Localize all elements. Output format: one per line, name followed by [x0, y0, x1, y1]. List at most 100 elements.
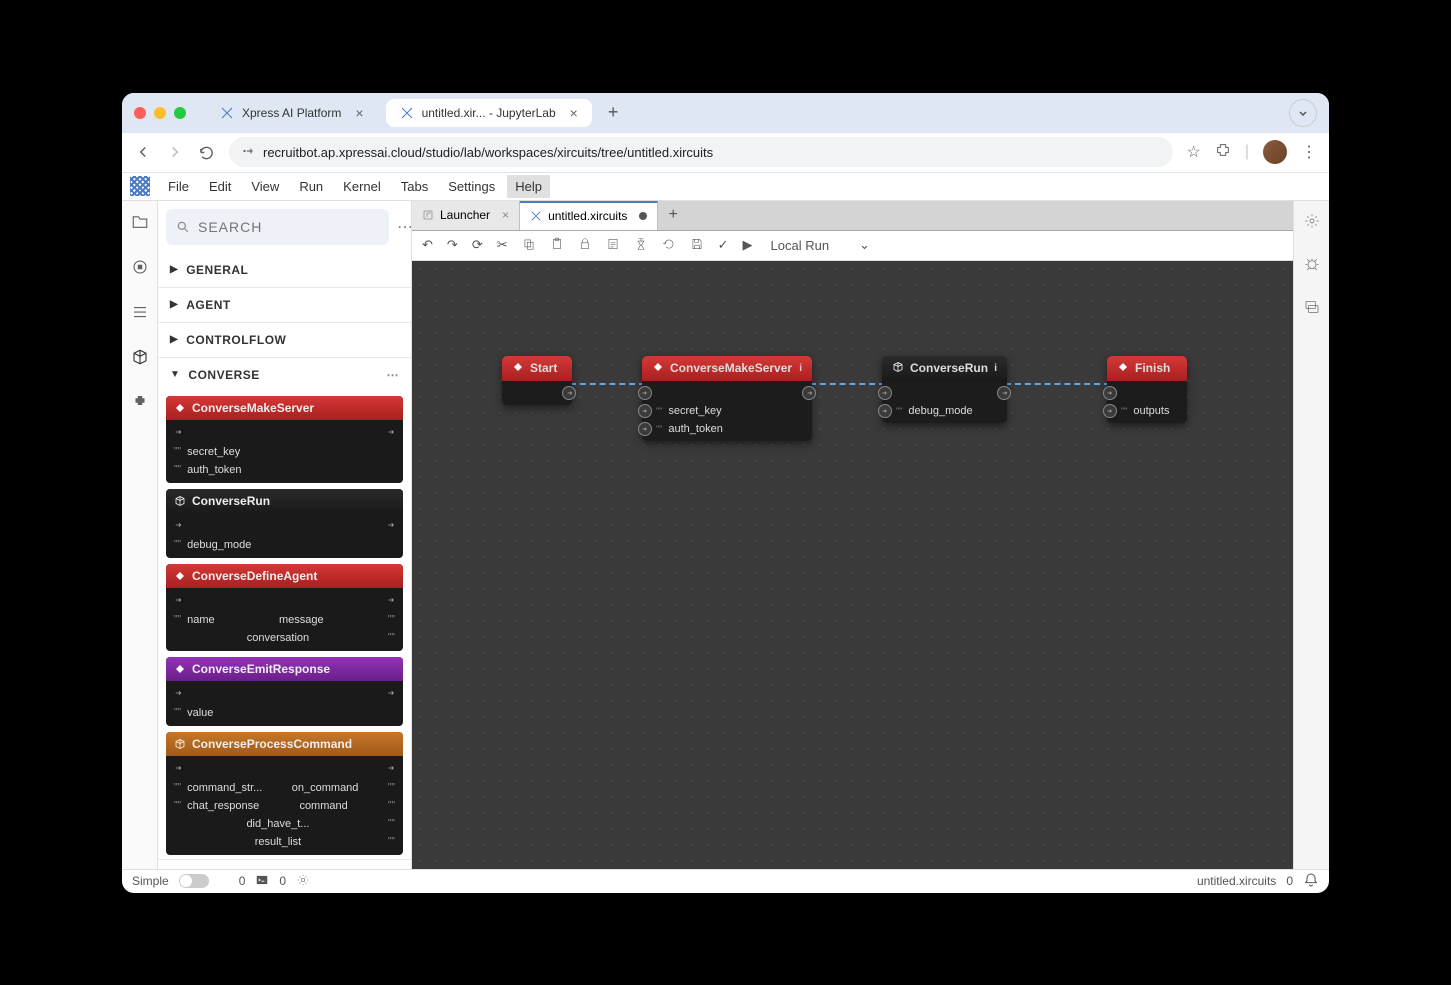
browser-overflow-button[interactable]: [1289, 99, 1317, 127]
canvas[interactable]: Start ConverseMakeServeri""secret_key""au…: [412, 261, 1293, 869]
property-panel-icon[interactable]: [1304, 213, 1320, 234]
flow-in-port[interactable]: [174, 520, 184, 533]
category-label: GENERAL: [186, 263, 248, 277]
maximize-window-button[interactable]: [174, 107, 186, 119]
output-port[interactable]: [562, 386, 576, 400]
refresh-icon[interactable]: ⟳: [472, 237, 483, 253]
minimize-window-button[interactable]: [154, 107, 166, 119]
extensions-panel-icon[interactable]: [131, 393, 149, 416]
flow-out-port[interactable]: [385, 688, 395, 701]
run-mode-select[interactable]: Local Run⌄: [771, 237, 870, 253]
flow-out-port[interactable]: [385, 595, 395, 608]
cut-icon[interactable]: ✂: [497, 237, 508, 253]
profile-avatar[interactable]: [1263, 140, 1287, 164]
menu-settings[interactable]: Settings: [440, 175, 503, 198]
back-button[interactable]: [134, 143, 152, 161]
browser-tab-1[interactable]: untitled.xir... - JupyterLab ×: [386, 99, 592, 127]
close-tab-icon[interactable]: ×: [570, 105, 578, 121]
files-icon[interactable]: [131, 213, 149, 236]
flow-out-port[interactable]: [385, 427, 395, 440]
run-icon[interactable]: ▶: [743, 237, 753, 253]
menu-view[interactable]: View: [243, 175, 287, 198]
node-title: ConverseRun: [910, 361, 988, 375]
menu-kernel[interactable]: Kernel: [335, 175, 389, 198]
copy-icon[interactable]: [522, 237, 536, 254]
terminal-status-icon[interactable]: [255, 873, 269, 890]
input-port[interactable]: [1103, 404, 1117, 418]
new-launcher-button[interactable]: +: [658, 206, 687, 224]
kernel-status-icon[interactable]: [296, 873, 310, 890]
new-tab-button[interactable]: +: [600, 102, 627, 123]
node-start[interactable]: Start: [502, 356, 572, 405]
paste-icon[interactable]: [550, 237, 564, 254]
port-type-icon: "": [896, 406, 902, 416]
log-icon[interactable]: [606, 237, 620, 254]
menu-run[interactable]: Run: [291, 175, 331, 198]
wire[interactable]: [570, 383, 645, 385]
input-port[interactable]: [638, 422, 652, 436]
output-port[interactable]: [802, 386, 816, 400]
forward-button[interactable]: [166, 143, 184, 161]
undo-icon[interactable]: ↶: [422, 237, 433, 253]
extensions-icon[interactable]: [1215, 142, 1231, 163]
debug-icon[interactable]: [1304, 256, 1320, 277]
browser-menu-icon[interactable]: ⋮: [1301, 142, 1317, 162]
node-run[interactable]: ConverseRuni""debug_mode: [882, 356, 1007, 423]
notification-icon[interactable]: [1303, 872, 1319, 891]
flow-out-port[interactable]: [385, 763, 395, 776]
search-input[interactable]: [198, 219, 379, 235]
save-icon[interactable]: [690, 237, 704, 254]
running-icon[interactable]: [131, 258, 149, 281]
port-type-icon: "": [388, 836, 395, 847]
close-window-button[interactable]: [134, 107, 146, 119]
input-port[interactable]: [638, 386, 652, 400]
validate-icon[interactable]: ✓: [718, 237, 729, 253]
component-ConverseEmitResponse[interactable]: ConverseEmitResponse""value: [166, 657, 403, 726]
reload-canvas-icon[interactable]: [662, 237, 676, 254]
doc-tab-xircuits[interactable]: untitled.xircuits: [520, 201, 658, 230]
bookmark-icon[interactable]: ☆: [1187, 142, 1201, 162]
chat-icon[interactable]: [1304, 299, 1320, 320]
wire[interactable]: [1005, 383, 1110, 385]
menu-edit[interactable]: Edit: [201, 175, 239, 198]
menu-tabs[interactable]: Tabs: [393, 175, 436, 198]
input-port[interactable]: [638, 404, 652, 418]
component-ConverseProcessCommand[interactable]: ConverseProcessCommand""command_str...on…: [166, 732, 403, 855]
component-ConverseDefineAgent[interactable]: ConverseDefineAgent""namemessage""conver…: [166, 564, 403, 651]
port-label: conversation: [247, 632, 309, 644]
info-icon[interactable]: i: [994, 363, 997, 374]
flow-in-port[interactable]: [174, 427, 184, 440]
site-info-icon[interactable]: [241, 144, 255, 161]
input-port[interactable]: [878, 404, 892, 418]
sidebar-more-icon[interactable]: ⋯: [397, 217, 412, 237]
category-more-icon[interactable]: ⋯: [387, 368, 400, 382]
flow-in-port[interactable]: [174, 595, 184, 608]
menu-file[interactable]: File: [160, 175, 197, 198]
flow-in-port[interactable]: [174, 763, 184, 776]
browser-tab-0[interactable]: Xpress AI Platform ×: [206, 99, 378, 127]
components-icon[interactable]: [131, 348, 149, 371]
node-make[interactable]: ConverseMakeServeri""secret_key""auth_to…: [642, 356, 812, 441]
component-ConverseRun[interactable]: ConverseRun""debug_mode: [166, 489, 403, 558]
flow-out-port[interactable]: [385, 520, 395, 533]
lock-icon[interactable]: [578, 237, 592, 254]
flow-in-port[interactable]: [174, 688, 184, 701]
input-port[interactable]: [878, 386, 892, 400]
toc-icon[interactable]: [131, 303, 149, 326]
redo-icon[interactable]: ↷: [447, 237, 458, 253]
output-port[interactable]: [997, 386, 1011, 400]
url-input[interactable]: recruitbot.ap.xpressai.cloud/studio/lab/…: [229, 137, 1173, 167]
close-icon[interactable]: ×: [502, 208, 509, 222]
doc-tab-launcher[interactable]: Launcher ×: [412, 201, 520, 230]
reload-button[interactable]: [198, 144, 215, 161]
close-tab-icon[interactable]: ×: [355, 105, 363, 121]
node-finish[interactable]: Finish""outputs: [1107, 356, 1187, 423]
simple-mode-toggle[interactable]: [179, 874, 209, 888]
input-port[interactable]: [1103, 386, 1117, 400]
wire[interactable]: [810, 383, 885, 385]
search-box[interactable]: [166, 209, 389, 245]
info-icon[interactable]: i: [799, 363, 802, 374]
component-ConverseMakeServer[interactable]: ConverseMakeServer""secret_key""auth_tok…: [166, 396, 403, 483]
menu-help[interactable]: Help: [507, 175, 550, 198]
timer-icon[interactable]: [634, 237, 648, 254]
